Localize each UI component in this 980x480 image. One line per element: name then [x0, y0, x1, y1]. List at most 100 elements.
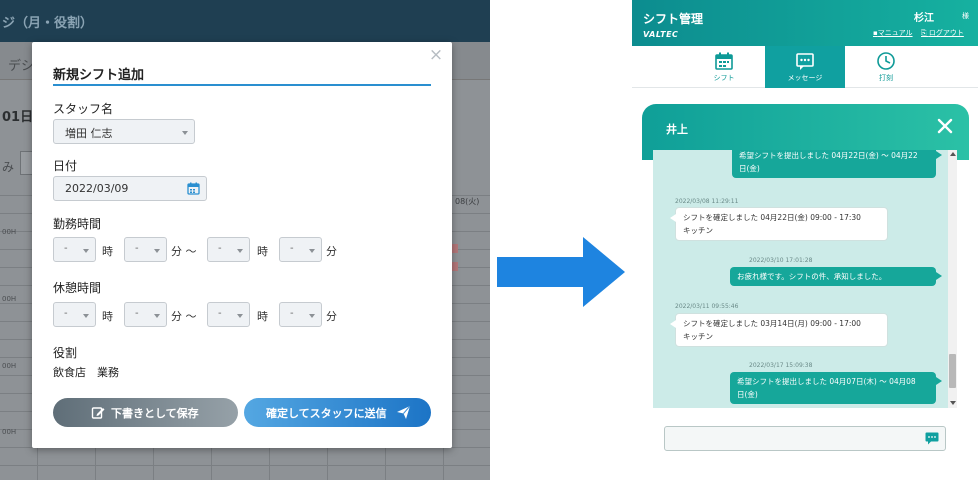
message-text: 日(金): [739, 164, 760, 173]
confirm-send-button[interactable]: 確定してスタッフに送信: [244, 398, 431, 427]
bottom-nav: シフト メッセージ 打刻: [632, 46, 978, 88]
message-timestamp: 2022/03/08 11:29:11: [675, 198, 739, 205]
date-input[interactable]: 2022/03/09: [53, 176, 207, 201]
admin-date-text: 01日: [2, 110, 34, 125]
unit-minute: 分: [326, 310, 337, 323]
work-start-hour-select[interactable]: -: [53, 237, 96, 262]
unit-minute-tilde: 分 〜: [171, 245, 197, 258]
message-input[interactable]: [664, 426, 946, 451]
unit-hour: 時: [102, 245, 113, 258]
chevron-down-icon: [309, 314, 315, 318]
send-icon: [397, 405, 411, 419]
logout-link[interactable]: ⎘ ログアウト: [921, 28, 964, 38]
close-icon[interactable]: ×: [426, 44, 446, 66]
chevron-down-icon: [237, 249, 243, 253]
message-text: キッチン: [683, 226, 713, 235]
break-start-hour-select[interactable]: -: [53, 302, 96, 327]
admin-subheader-text: デシ: [8, 59, 35, 74]
tab-punch-label: 打刻: [879, 74, 893, 82]
staff-label: スタッフ名: [53, 102, 114, 116]
modal-title: 新規シフト追加: [53, 68, 145, 83]
message-bubble-sent: 希望シフトを提出しました 04月07日(木) 〜 04月08 日(金): [730, 372, 942, 404]
unit-hour: 時: [257, 245, 268, 258]
role-label: 役割: [53, 346, 78, 360]
message-text: 日(金): [737, 390, 758, 399]
chevron-down-icon: [83, 314, 89, 318]
admin-filter-text: み: [2, 160, 15, 174]
break-start-minute-select[interactable]: -: [124, 302, 167, 327]
message-bubble-received: シフトを確定しました 03月14日(月) 09:00 - 17:00 キッチン: [670, 313, 888, 347]
logout-icon: ⎘: [921, 29, 929, 37]
hour-label: 00H: [2, 362, 17, 370]
app-header: シフト管理 VALTEC 杉江 様 ▪マニュアル ⎘ ログアウト: [632, 0, 978, 46]
work-end-hour-select[interactable]: -: [207, 237, 250, 262]
chat-partner-name: 井上: [666, 123, 688, 136]
shift-marker: [452, 262, 458, 271]
chevron-down-icon: [154, 249, 160, 253]
scroll-up-icon[interactable]: [950, 152, 956, 156]
unit-minute: 分: [326, 245, 337, 258]
chevron-down-icon: [154, 314, 160, 318]
message-bubble-sent: 希望シフトを提出しました 04月22日(金) 〜 04月22 日(金): [732, 150, 942, 178]
scrollbar-thumb[interactable]: [949, 354, 956, 388]
message-icon: [796, 53, 814, 70]
message-bubble-received: シフトを確定しました 04月22日(金) 09:00 - 17:30 キッチン: [670, 207, 888, 241]
message-text: シフトを確定しました 03月14日(月) 09:00 - 17:00: [683, 319, 861, 328]
scrollbar[interactable]: [948, 150, 957, 408]
break-time-label: 休憩時間: [53, 281, 102, 295]
select-placeholder: -: [64, 243, 68, 254]
select-placeholder: -: [135, 243, 139, 254]
select-placeholder: -: [290, 308, 294, 319]
message-text: シフトを確定しました 04月22日(金) 09:00 - 17:30: [683, 213, 861, 222]
save-draft-button[interactable]: 下書きとして保存: [53, 398, 238, 427]
staff-select[interactable]: 増田 仁志: [53, 119, 195, 144]
chevron-down-icon: [83, 249, 89, 253]
date-label: 日付: [53, 159, 78, 173]
tab-shift[interactable]: シフト: [684, 46, 764, 88]
admin-header: ジ（月・役割）: [0, 0, 490, 42]
message-list[interactable]: 希望シフトを提出しました 04月22日(金) 〜 04月22 日(金) 2022…: [653, 150, 957, 408]
break-end-minute-select[interactable]: -: [279, 302, 322, 327]
chevron-down-icon: [182, 131, 188, 135]
manual-link[interactable]: ▪マニュアル: [873, 28, 913, 38]
calendar-icon[interactable]: [187, 182, 200, 195]
save-draft-label: 下書きとして保存: [111, 407, 199, 420]
select-placeholder: -: [218, 243, 222, 254]
select-placeholder: -: [64, 308, 68, 319]
tab-shift-label: シフト: [713, 74, 735, 82]
message-text: キッチン: [683, 332, 713, 341]
message-bubble-sent: お疲れ様です。シフトの件、承知しました。: [730, 267, 942, 286]
tab-message[interactable]: メッセージ: [765, 46, 845, 88]
message-text: お疲れ様です。シフトの件、承知しました。: [737, 272, 887, 281]
chevron-down-icon: [237, 314, 243, 318]
manual-link-label: マニュアル: [877, 29, 913, 37]
scroll-down-icon[interactable]: [950, 401, 956, 405]
staff-app-screen: シフト管理 VALTEC 杉江 様 ▪マニュアル ⎘ ログアウト シフト メッセ…: [632, 0, 978, 480]
unit-hour: 時: [102, 310, 113, 323]
work-time-label: 勤務時間: [53, 217, 102, 231]
user-name: 杉江: [914, 13, 934, 24]
user-suffix: 様: [962, 12, 969, 20]
work-start-minute-select[interactable]: -: [124, 237, 167, 262]
brand-logo: VALTEC: [643, 30, 679, 39]
clock-icon: [877, 52, 895, 70]
message-timestamp: 2022/03/17 15:09:38: [749, 362, 813, 369]
work-end-minute-select[interactable]: -: [279, 237, 322, 262]
hour-label: 00H: [2, 295, 17, 303]
message-timestamp: 2022/03/11 09:55:46: [675, 303, 739, 310]
break-end-hour-select[interactable]: -: [207, 302, 250, 327]
role-value: 飲食店 業務: [53, 366, 119, 379]
tab-punch[interactable]: 打刻: [846, 46, 926, 88]
admin-column-date: 08(火): [455, 197, 480, 206]
date-input-value: 2022/03/09: [65, 182, 129, 195]
title-underline: [53, 84, 431, 86]
close-icon[interactable]: [935, 116, 955, 136]
message-timestamp: 2022/03/10 17:01:28: [749, 257, 813, 264]
message-send-icon[interactable]: [925, 432, 939, 445]
edit-icon: [91, 407, 105, 419]
calendar-icon: [715, 52, 733, 70]
select-placeholder: -: [290, 243, 294, 254]
chevron-down-icon: [309, 249, 315, 253]
unit-hour: 時: [257, 310, 268, 323]
hour-label: 00H: [2, 428, 17, 436]
